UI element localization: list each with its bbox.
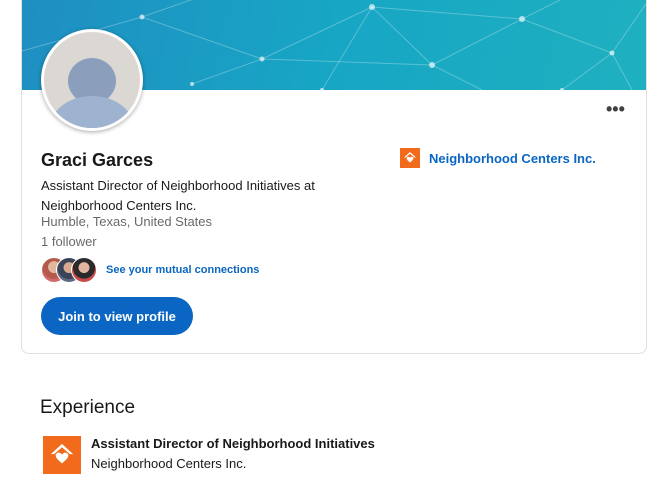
- join-to-view-profile-button[interactable]: Join to view profile: [41, 297, 193, 335]
- house-heart-icon[interactable]: [43, 436, 81, 474]
- current-company-link[interactable]: Neighborhood Centers Inc.: [400, 148, 596, 168]
- mutual-connection-avatars[interactable]: [41, 257, 101, 283]
- current-company-name: Neighborhood Centers Inc.: [429, 150, 596, 166]
- follower-count: 1 follower: [41, 234, 97, 249]
- profile-avatar: [41, 29, 143, 131]
- house-heart-icon: [400, 148, 420, 168]
- mutual-connections-link[interactable]: See your mutual connections: [106, 264, 259, 276]
- profile-headline: Assistant Director of Neighborhood Initi…: [41, 178, 315, 213]
- experience-heading: Experience: [40, 397, 136, 418]
- avatar-placeholder-icon: [44, 32, 140, 128]
- profile-page: ••• Graci Garces Assistant Director of N…: [0, 0, 664, 490]
- experience-role[interactable]: Assistant Director of Neighborhood Initi…: [91, 436, 375, 451]
- experience-company[interactable]: Neighborhood Centers Inc.: [91, 456, 246, 471]
- more-options-icon[interactable]: •••: [606, 100, 630, 118]
- profile-location: Humble, Texas, United States: [41, 214, 213, 229]
- mutual-avatar: [71, 257, 97, 283]
- profile-name: Graci Garces: [41, 150, 154, 170]
